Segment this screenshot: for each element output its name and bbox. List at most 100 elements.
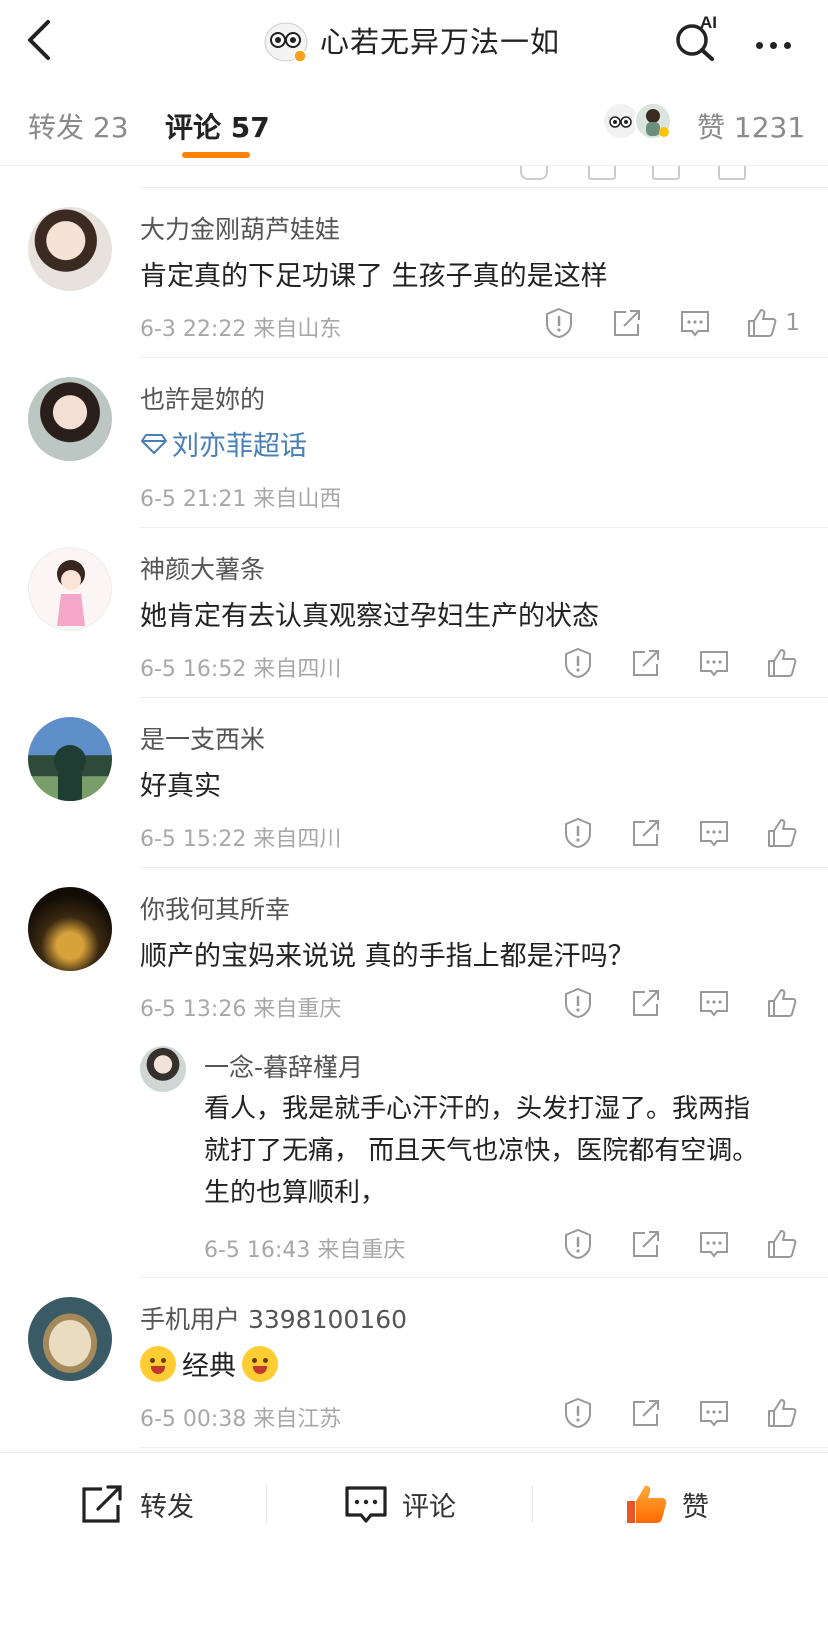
previous-comment-cut — [140, 166, 828, 194]
thumb-up-icon — [627, 1485, 667, 1523]
comment-meta: 6-5 00:38 来自江苏 — [140, 1407, 342, 1432]
reply-icon[interactable] — [696, 815, 732, 851]
reply-text: 看人，我是就手心汗汗的，头发打湿了。我两指就打了无痛， 而且天气也凉快，医院都有… — [204, 1094, 759, 1208]
reply-icon[interactable] — [677, 305, 713, 341]
active-tab-indicator — [182, 152, 250, 158]
divider — [140, 527, 828, 528]
commenter-avatar[interactable] — [28, 207, 112, 291]
report-icon[interactable] — [560, 1395, 596, 1431]
like-button[interactable] — [764, 645, 800, 681]
ai-label: AI — [700, 13, 717, 32]
topic-text: 刘亦菲超话 — [172, 431, 307, 462]
comment-meta: 6-3 22:22 来自山东 — [140, 317, 342, 342]
commenter-avatar[interactable] — [28, 887, 112, 971]
share-icon[interactable] — [628, 985, 664, 1021]
commenter-name[interactable]: 大力金刚葫芦娃娃 — [140, 210, 340, 246]
comment-text: 顺产的宝妈来说说 真的手指上都是汗吗？ — [140, 941, 635, 972]
reply-actions — [528, 1226, 800, 1262]
like-button[interactable] — [764, 1226, 800, 1262]
commenter-avatar[interactable] — [28, 717, 112, 801]
comment-actions — [528, 645, 800, 681]
commenter-name[interactable]: 手机用户 3398100160 — [140, 1300, 407, 1336]
commenter-avatar[interactable] — [28, 547, 112, 631]
commenter-name[interactable]: 是一支西米 — [140, 720, 265, 756]
like-label: 赞 — [682, 1491, 709, 1523]
smile-emoji-icon — [140, 1345, 176, 1382]
report-icon[interactable] — [560, 985, 596, 1021]
forward-label: 转发 — [140, 1491, 194, 1523]
reply-icon[interactable] — [696, 645, 732, 681]
comment-text: 肯定真的下足功课了 生孩子真的是这样 — [140, 261, 608, 292]
like-button[interactable] — [764, 1395, 800, 1431]
like-count[interactable]: 赞 1231 — [697, 106, 805, 146]
bottom-action-bar: 转发 评论 赞 — [0, 1452, 828, 1554]
comment-actions — [528, 985, 800, 1021]
comment-text: 她肯定有去认真观察过孕妇生产的状态 — [140, 601, 599, 632]
like-button[interactable]: 1 — [745, 305, 800, 341]
tab-comment[interactable]: 评论 57 — [165, 106, 270, 146]
diamond-icon — [141, 433, 167, 454]
comment-label: 评论 — [402, 1491, 456, 1523]
comment-meta: 6-5 16:52 来自四川 — [140, 657, 342, 682]
commenter-name[interactable]: 也許是妳的 — [140, 380, 265, 416]
top-nav-bar: 心若无异万法一如 AI — [0, 0, 828, 80]
share-icon[interactable] — [628, 1226, 664, 1262]
tab-bar: 转发 23 评论 57 赞 1231 — [0, 80, 828, 166]
author-avatar[interactable] — [262, 16, 310, 64]
share-icon[interactable] — [628, 815, 664, 851]
divider — [140, 867, 828, 868]
comment-text: 好真实 — [140, 771, 221, 802]
comment-meta: 6-5 21:21 来自山西 — [140, 487, 342, 512]
divider — [140, 1277, 828, 1278]
commenter-avatar[interactable] — [28, 377, 112, 461]
divider — [140, 357, 828, 358]
comment-text: 经典 — [182, 1351, 236, 1382]
separator — [532, 1485, 533, 1523]
comment-actions — [528, 1395, 800, 1431]
report-icon[interactable] — [560, 815, 596, 851]
liker-avatars[interactable] — [602, 102, 682, 142]
forward-icon — [82, 1485, 122, 1523]
reply-icon[interactable] — [696, 985, 732, 1021]
reply-avatar[interactable] — [140, 1046, 186, 1092]
share-icon[interactable] — [628, 645, 664, 681]
reply-name[interactable]: 一念-暮辞槿月 — [204, 1048, 363, 1084]
comment-text-row: 经典 — [140, 1344, 278, 1383]
share-icon[interactable] — [609, 305, 645, 341]
report-icon[interactable] — [560, 1226, 596, 1262]
divider — [140, 1447, 828, 1448]
like-button[interactable] — [764, 815, 800, 851]
ai-search-icon[interactable]: AI — [672, 12, 722, 62]
topic-link[interactable]: 刘亦菲超话 — [140, 424, 307, 463]
forward-button[interactable]: 转发 — [80, 1453, 194, 1555]
separator — [266, 1485, 267, 1523]
share-icon[interactable] — [628, 1395, 664, 1431]
divider — [140, 697, 828, 698]
commenter-name[interactable]: 神颜大薯条 — [140, 550, 265, 586]
divider — [140, 187, 828, 188]
liker-avatar — [634, 102, 672, 140]
comment-meta: 6-5 13:26 来自重庆 — [140, 997, 342, 1022]
back-arrow-icon[interactable] — [22, 18, 58, 62]
comment-actions: 1 — [509, 305, 800, 341]
report-icon[interactable] — [541, 305, 577, 341]
commenter-name[interactable]: 你我何其所幸 — [140, 890, 290, 926]
like-button[interactable] — [764, 985, 800, 1021]
page-title: 心若无异万法一如 — [320, 25, 561, 59]
tab-forward[interactable]: 转发 23 — [28, 106, 129, 146]
reply-icon[interactable] — [696, 1395, 732, 1431]
like-number: 1 — [785, 310, 800, 336]
report-icon[interactable] — [560, 645, 596, 681]
reply-icon[interactable] — [696, 1226, 732, 1262]
comment-button[interactable]: 评论 — [344, 1453, 456, 1555]
reply-meta: 6-5 16:43 来自重庆 — [204, 1238, 406, 1263]
post-author-title[interactable]: 心若无异万法一如 — [262, 14, 560, 66]
safe-area — [0, 1554, 828, 1634]
comment-icon — [345, 1486, 387, 1523]
comment-meta: 6-5 15:22 来自四川 — [140, 827, 342, 852]
like-post-button[interactable]: 赞 — [624, 1453, 709, 1555]
laugh-emoji-icon — [242, 1345, 278, 1382]
more-options-icon[interactable] — [756, 34, 800, 49]
comment-actions — [528, 815, 800, 851]
commenter-avatar[interactable] — [28, 1297, 112, 1381]
